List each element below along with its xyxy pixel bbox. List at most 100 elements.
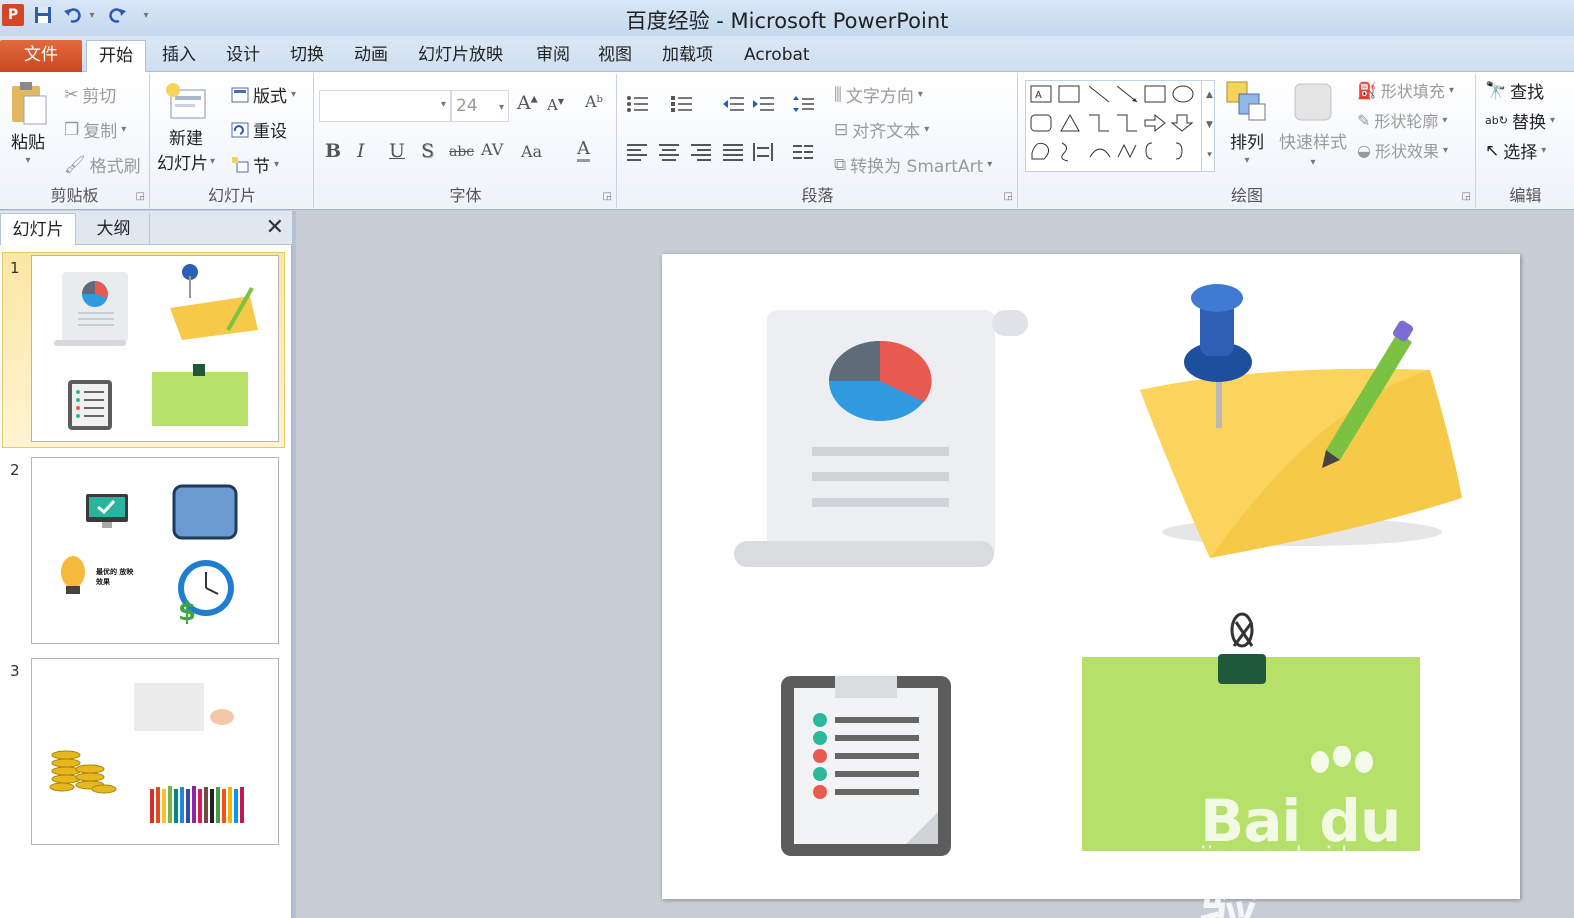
text-direction-dropdown-icon[interactable]: ▾ [918, 89, 923, 100]
section-dropdown-icon[interactable]: ▾ [274, 159, 279, 170]
slide-thumbnail-2[interactable]: $ 最优的 放映效果 [31, 457, 279, 644]
tab-slideshow[interactable]: 幻灯片放映 [406, 40, 515, 72]
underline-icon[interactable]: U [389, 140, 405, 162]
grow-font-icon[interactable]: A▲ [517, 92, 538, 114]
cut-button[interactable]: ✂ 剪切 [64, 82, 116, 108]
shape-outline-dropdown-icon[interactable]: ▾ [1442, 115, 1447, 126]
paragraph-launcher-icon[interactable]: ◲ [1004, 191, 1013, 202]
tab-slides[interactable]: 幻灯片 [0, 213, 76, 245]
line-spacing-icon[interactable] [792, 94, 816, 114]
tab-acrobat[interactable]: Acrobat [732, 40, 822, 72]
font-name-combobox[interactable]: ▾ [319, 90, 451, 122]
paste-dropdown-icon[interactable]: ▾ [25, 155, 30, 166]
text-direction-label: 文字方向 [845, 87, 914, 107]
align-text-dropdown-icon[interactable]: ▾ [924, 124, 929, 135]
slide-2-thumbnail-graphic: $ [61, 484, 238, 627]
replace-button[interactable]: ab↻ 替换 ▾ [1485, 108, 1555, 133]
new-slide-dropdown-icon[interactable]: ▾ [210, 156, 215, 167]
convert-smartart-button[interactable]: ⧉ 转换为 SmartArt ▾ [834, 152, 992, 178]
select-dropdown-icon[interactable]: ▾ [1541, 145, 1546, 156]
quick-styles-button[interactable]: 快速样式 ▾ [1279, 80, 1347, 168]
text-shadow-icon[interactable]: S [421, 140, 434, 162]
drawing-group-label: 绘图 [1230, 186, 1263, 205]
tab-home[interactable]: 开始 [86, 40, 146, 72]
shape-outline-button[interactable]: ✎ 形状轮廓 ▾ [1357, 108, 1447, 132]
tab-file[interactable]: 文件 [0, 40, 82, 72]
change-case-icon[interactable]: Aa [521, 142, 542, 161]
tab-view[interactable]: 视图 [586, 40, 644, 72]
increase-indent-icon[interactable] [752, 94, 776, 114]
text-direction-button[interactable]: ⫼ 文字方向 ▾ [834, 82, 923, 108]
align-right-icon[interactable] [690, 142, 714, 162]
quick-styles-dropdown-icon[interactable]: ▾ [1310, 157, 1315, 168]
tab-addins[interactable]: 加载项 [650, 40, 725, 72]
panel-splitter[interactable] [292, 211, 296, 918]
find-button[interactable]: 🔭 查找 [1485, 78, 1544, 104]
tab-design[interactable]: 设计 [214, 40, 272, 72]
clipboard-launcher-icon[interactable]: ◲ [136, 191, 145, 202]
columns-icon[interactable] [792, 142, 816, 162]
font-name-dropdown-icon[interactable]: ▾ [441, 99, 446, 110]
bullets-icon[interactable] [626, 94, 650, 114]
align-center-icon[interactable] [658, 142, 682, 162]
new-slide-icon [166, 83, 206, 119]
font-color-icon[interactable]: A [577, 138, 590, 162]
copy-dropdown-icon[interactable]: ▾ [121, 124, 126, 135]
clear-formatting-icon[interactable]: Aᵇ [585, 92, 603, 111]
layout-dropdown-icon[interactable]: ▾ [291, 89, 296, 100]
shrink-font-icon[interactable]: A▼ [547, 96, 564, 114]
replace-dropdown-icon[interactable]: ▾ [1550, 115, 1555, 126]
shape-effects-dropdown-icon[interactable]: ▾ [1443, 145, 1448, 156]
format-painter-button[interactable]: 🖌 格式刷 [64, 152, 141, 178]
tab-transitions[interactable]: 切换 [278, 40, 336, 72]
slide-thumbnail-1[interactable] [31, 255, 279, 442]
arrange-button[interactable]: 排列 ▾ [1225, 80, 1269, 166]
font-size-combobox[interactable]: 24 ▾ [451, 90, 509, 122]
distributed-icon[interactable] [752, 142, 776, 162]
paint-bucket-icon: ⛽ [1357, 80, 1377, 100]
layout-button[interactable]: 版式 ▾ [231, 82, 296, 107]
reset-button[interactable]: 重设 [231, 117, 287, 142]
shapes-gallery-scroll[interactable]: ▲ ▼ ▾ [1201, 80, 1217, 172]
smartart-dropdown-icon[interactable]: ▾ [987, 159, 992, 170]
scissors-icon: ✂ [64, 84, 79, 105]
copy-button[interactable]: ❐ 复制 ▾ [64, 117, 126, 143]
smartart-icon: ⧉ [834, 154, 847, 175]
justify-icon[interactable] [722, 142, 746, 162]
paste-button[interactable]: 粘贴 ▾ [8, 80, 48, 166]
slide-number: 1 [10, 259, 20, 277]
drawing-launcher-icon[interactable]: ◲ [1462, 191, 1471, 202]
close-icon[interactable]: ✕ [266, 215, 284, 240]
font-size-dropdown-icon[interactable]: ▾ [499, 93, 504, 123]
align-left-icon[interactable] [626, 142, 650, 162]
slide-thumbnail-3[interactable] [31, 658, 279, 845]
select-label: 选择 [1503, 143, 1538, 163]
align-text-button[interactable]: ⊟ 对齐文本 ▾ [834, 117, 929, 143]
reset-label: 重设 [253, 122, 287, 142]
section-button[interactable]: 节 ▾ [231, 152, 279, 177]
arrange-dropdown-icon[interactable]: ▾ [1244, 155, 1249, 166]
shape-fill-dropdown-icon[interactable]: ▾ [1449, 85, 1454, 96]
character-spacing-icon[interactable]: AV [481, 140, 503, 159]
numbering-icon[interactable] [670, 94, 694, 114]
tab-review[interactable]: 审阅 [524, 40, 582, 72]
copy-label: 复制 [83, 122, 118, 142]
arrange-label: 排列 [1230, 133, 1264, 153]
tab-insert[interactable]: 插入 [150, 40, 208, 72]
report-document-icon [734, 310, 1028, 567]
align-text-icon: ⊟ [834, 119, 849, 140]
slide-number: 3 [10, 662, 20, 680]
strikethrough-icon[interactable]: abc [449, 144, 474, 160]
decrease-indent-icon[interactable] [722, 94, 746, 114]
shapes-gallery[interactable]: A [1025, 80, 1215, 172]
select-button[interactable]: ↖ 选择 ▾ [1485, 138, 1546, 164]
font-launcher-icon[interactable]: ◲ [603, 191, 612, 202]
shape-effects-button[interactable]: ◒ 形状效果 ▾ [1357, 138, 1448, 162]
bold-icon[interactable]: B [325, 140, 341, 162]
tab-outline[interactable]: 大纲 [78, 213, 150, 245]
new-slide-button[interactable]: 新建 幻灯片 ▾ [157, 80, 215, 174]
tab-animations[interactable]: 动画 [342, 40, 400, 72]
italic-icon[interactable]: I [357, 140, 365, 162]
new-slide-label-2: 幻灯片 [157, 154, 208, 174]
shape-fill-button[interactable]: ⛽ 形状填充 ▾ [1357, 78, 1454, 102]
